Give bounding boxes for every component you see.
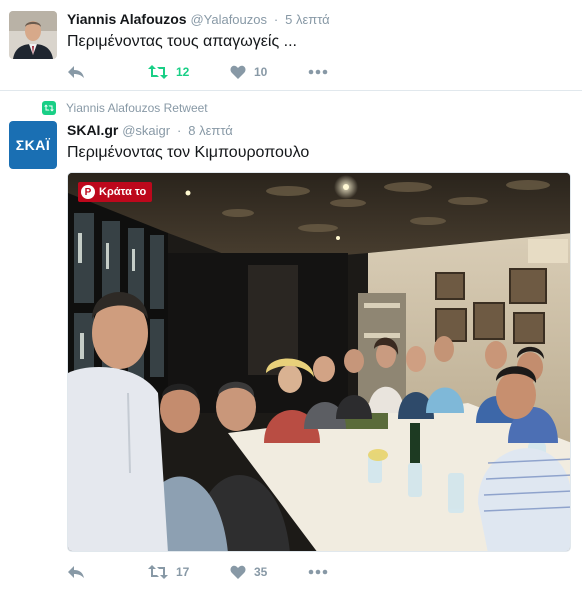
more-icon (308, 569, 328, 575)
retweet-button[interactable]: 17 (148, 562, 189, 582)
reply-button[interactable] (67, 62, 85, 82)
like-count: 10 (254, 65, 268, 79)
tweet-actions: 17 35 (67, 562, 367, 582)
retweet-icon (148, 565, 168, 579)
pinterest-save-button[interactable]: P Κράτα το (78, 182, 153, 202)
author-handle[interactable]: @Yalafouzos (190, 12, 267, 27)
skai-logo: ΣΚΑΪ (15, 137, 51, 153)
tweet-actions: 12 10 (67, 62, 367, 82)
retweet-context-label[interactable]: Yiannis Alafouzos Retweet (66, 101, 208, 115)
like-button[interactable]: 35 (230, 562, 267, 582)
retweet-count: 17 (176, 565, 190, 579)
avatar[interactable] (9, 11, 57, 59)
like-button[interactable]: 10 (230, 62, 267, 82)
avatar[interactable]: ΣΚΑΪ (9, 121, 57, 169)
reply-icon (68, 566, 84, 578)
reply-button[interactable] (67, 562, 85, 582)
heart-icon (230, 65, 246, 79)
more-button[interactable] (308, 562, 328, 582)
tweet-text: Περιμένοντας τους απαγωγείς ... (67, 33, 297, 50)
pinterest-save-label: Κράτα το (99, 186, 147, 198)
pinterest-icon: P (81, 185, 95, 199)
author-line: SKAI.gr @skaigr · 8 λεπτά (67, 122, 233, 138)
author-line: Yiannis Alafouzos @Yalafouzos · 5 λεπτά (67, 11, 330, 27)
heart-icon (230, 565, 246, 579)
retweet-button[interactable]: 12 (148, 62, 189, 82)
retweet-icon (42, 101, 56, 115)
more-icon (308, 69, 328, 75)
retweet-context: Yiannis Alafouzos Retweet (42, 101, 208, 115)
reply-icon (68, 66, 84, 78)
separator-dot: · (177, 123, 182, 138)
like-count: 35 (254, 565, 268, 579)
tweet-timestamp[interactable]: 5 λεπτά (285, 12, 330, 27)
tweet-photo[interactable]: P Κράτα το (67, 172, 571, 552)
retweet-count: 12 (176, 65, 190, 79)
author-name[interactable]: SKAI.gr (67, 122, 118, 138)
author-name[interactable]: Yiannis Alafouzos (67, 11, 187, 27)
author-handle[interactable]: @skaigr (122, 123, 170, 138)
retweet-icon (148, 65, 168, 79)
tweet-timestamp[interactable]: 8 λεπτά (188, 123, 233, 138)
restaurant-photo (68, 173, 570, 551)
tweet-2[interactable]: Yiannis Alafouzos Retweet ΣΚΑΪ SKAI.gr @… (0, 92, 582, 590)
separator-dot: · (273, 12, 279, 27)
tweet-text: Περιμένοντας τον Κιμπουροπουλο (67, 144, 310, 161)
tweet-1[interactable]: Yiannis Alafouzos @Yalafouzos · 5 λεπτά … (0, 0, 582, 91)
more-button[interactable] (308, 62, 328, 82)
